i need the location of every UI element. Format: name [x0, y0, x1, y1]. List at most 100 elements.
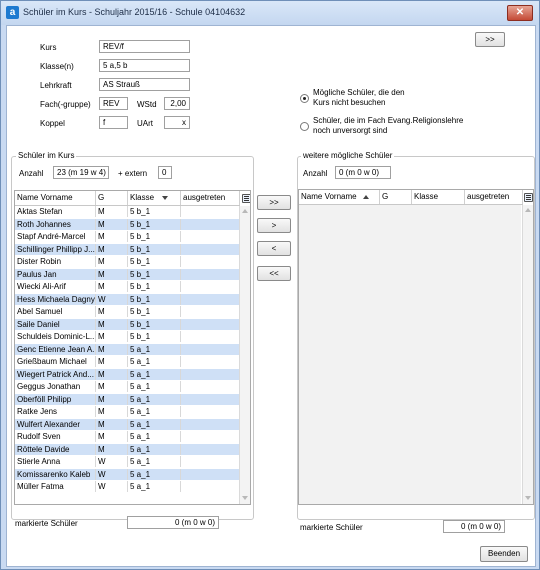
uart-field[interactable]: x: [164, 116, 190, 129]
beenden-button[interactable]: Beenden: [480, 546, 528, 562]
kurs-field[interactable]: REV/f: [99, 40, 190, 53]
fach-field[interactable]: REV: [99, 97, 128, 110]
schueler-im-kurs-table[interactable]: Name Vorname G Klasse ausgetreten Aktas …: [14, 190, 251, 505]
column-chooser-icon[interactable]: [242, 194, 250, 203]
scroll-up-icon[interactable]: [242, 209, 248, 213]
table-row[interactable]: Röttele Davide M 5 a_1: [15, 443, 240, 455]
move-all-right-button[interactable]: >>: [257, 195, 291, 210]
table-row[interactable]: Wulfert Alexander M 5 a_1: [15, 418, 240, 430]
cell-g: W: [96, 293, 128, 305]
cell-g: M: [96, 231, 128, 242]
right-column-header-name[interactable]: Name Vorname: [299, 190, 380, 204]
cell-g: M: [96, 393, 128, 405]
move-all-left-button[interactable]: <<: [257, 266, 291, 281]
move-one-left-button[interactable]: <: [257, 241, 291, 256]
cell-ausgetreten: [181, 356, 240, 367]
table-row[interactable]: Stierle Anna W 5 a_1: [15, 456, 240, 467]
cell-name: Roth Johannes: [15, 218, 96, 230]
cell-g: M: [96, 406, 128, 417]
extern-field[interactable]: 0: [158, 166, 172, 179]
left-table-scrollbar[interactable]: [239, 206, 250, 504]
table-row[interactable]: Stapf André-Marcel M 5 b_1: [15, 231, 240, 242]
table-row[interactable]: Schillinger Phillipp J... M 5 b_1: [15, 243, 240, 255]
cell-ausgetreten: [181, 318, 240, 330]
table-row[interactable]: Geggus Jonathan M 5 a_1: [15, 381, 240, 392]
move-one-right-button[interactable]: >: [257, 218, 291, 233]
left-anzahl-label: Anzahl: [19, 169, 44, 178]
cell-klasse: 5 b_1: [128, 293, 181, 305]
cell-klasse: 5 b_1: [128, 231, 181, 242]
scroll-down-icon[interactable]: [242, 496, 248, 500]
cell-name: Abel Samuel: [15, 306, 96, 317]
cell-name: Müller Fatma: [15, 481, 96, 492]
lehrkraft-field[interactable]: AS Strauß: [99, 78, 190, 91]
right-scroll-down-icon[interactable]: [525, 496, 531, 500]
cell-g: M: [96, 356, 128, 367]
cell-klasse: 5 a_1: [128, 456, 181, 467]
cell-name: Aktas Stefan: [15, 206, 96, 217]
koppel-field[interactable]: f: [99, 116, 128, 129]
option-radio-unversorgt[interactable]: [300, 122, 309, 131]
cell-name: Genc Etienne Jean A...: [17, 343, 96, 355]
cell-name: Schuldeis Dominic-L...: [17, 331, 96, 342]
cell-g: W: [96, 468, 128, 480]
table-row[interactable]: Genc Etienne Jean A... M 5 a_1: [15, 343, 240, 355]
table-row[interactable]: Wiegert Patrick And... M 5 a_1: [15, 368, 240, 380]
column-header-klasse-label: Klasse: [130, 193, 155, 202]
wstd-label: WStd: [137, 100, 157, 109]
right-column-chooser-icon[interactable]: [524, 193, 533, 202]
table-row[interactable]: Rudolf Sven M 5 a_1: [15, 431, 240, 442]
cell-ausgetreten: [181, 281, 240, 292]
cell-klasse: 5 a_1: [128, 406, 181, 417]
cell-klasse: 5 a_1: [128, 368, 181, 380]
table-row[interactable]: Oberföll Philipp M 5 a_1: [15, 393, 240, 405]
cell-g: M: [96, 368, 128, 380]
table-row[interactable]: Grießbaum Michael M 5 a_1: [15, 356, 240, 367]
cell-ausgetreten: [181, 368, 240, 380]
table-row[interactable]: Wiecki Ali-Arif M 5 b_1: [15, 281, 240, 292]
column-header-ausgetreten[interactable]: ausgetreten: [181, 191, 240, 205]
cell-name: Grießbaum Michael: [15, 356, 96, 367]
close-window-button[interactable]: ✕: [507, 5, 533, 21]
cell-g: M: [96, 318, 128, 330]
table-row[interactable]: Hess Michaela Dagny W 5 b_1: [15, 293, 240, 305]
column-header-klasse[interactable]: Klasse: [128, 191, 181, 205]
cell-g: M: [96, 306, 128, 317]
table-row[interactable]: Schuldeis Dominic-L... M 5 b_1: [15, 331, 240, 342]
klassen-field[interactable]: 5 a,5 b: [99, 59, 190, 72]
right-column-header-klasse[interactable]: Klasse: [412, 190, 465, 204]
cell-klasse: 5 b_1: [128, 306, 181, 317]
column-header-name[interactable]: Name Vorname: [15, 191, 96, 205]
cell-ausgetreten: [181, 268, 240, 280]
table-row[interactable]: Roth Johannes M 5 b_1: [15, 218, 240, 230]
column-header-g[interactable]: G: [96, 191, 128, 205]
table-row[interactable]: Dister Robin M 5 b_1: [15, 256, 240, 267]
table-row[interactable]: Komissarenko Kaleb W 5 a_1: [15, 468, 240, 480]
table-row[interactable]: Abel Samuel M 5 b_1: [15, 306, 240, 317]
weitere-schueler-table[interactable]: Name Vorname G Klasse ausgetreten: [298, 189, 534, 505]
cell-g: W: [96, 456, 128, 467]
app-icon: a: [6, 6, 19, 19]
cell-name: Wiegert Patrick And...: [15, 368, 96, 380]
table-row[interactable]: Saile Daniel M 5 b_1: [15, 318, 240, 330]
option-radio-nicht-besuchen[interactable]: [300, 94, 309, 103]
option-label-nicht-besuchen: Mögliche Schüler, die den Kurs nicht bes…: [313, 88, 405, 107]
cell-g: M: [96, 281, 128, 292]
right-column-header-g[interactable]: G: [380, 190, 412, 204]
table-row[interactable]: Aktas Stefan M 5 b_1: [15, 206, 240, 217]
table-row[interactable]: Paulus Jan M 5 b_1: [15, 268, 240, 280]
cell-name: Paulus Jan: [15, 268, 96, 280]
cell-g: M: [96, 206, 128, 217]
cell-klasse: 5 b_1: [128, 243, 181, 255]
window-title: Schüler im Kurs - Schuljahr 2015/16 - Sc…: [23, 7, 246, 17]
wstd-field[interactable]: 2,00: [164, 97, 190, 110]
table-row[interactable]: Müller Fatma W 5 a_1: [15, 481, 240, 492]
cell-klasse: 5 b_1: [128, 318, 181, 330]
right-column-header-name-label: Name Vorname: [301, 192, 357, 201]
expand-button[interactable]: >>: [475, 32, 505, 47]
cell-ausgetreten: [181, 293, 240, 305]
table-row[interactable]: Ratke Jens M 5 a_1: [15, 406, 240, 417]
right-column-header-ausgetreten[interactable]: ausgetreten: [465, 190, 523, 204]
right-scroll-up-icon[interactable]: [525, 208, 531, 212]
right-table-scrollbar[interactable]: [522, 205, 533, 504]
